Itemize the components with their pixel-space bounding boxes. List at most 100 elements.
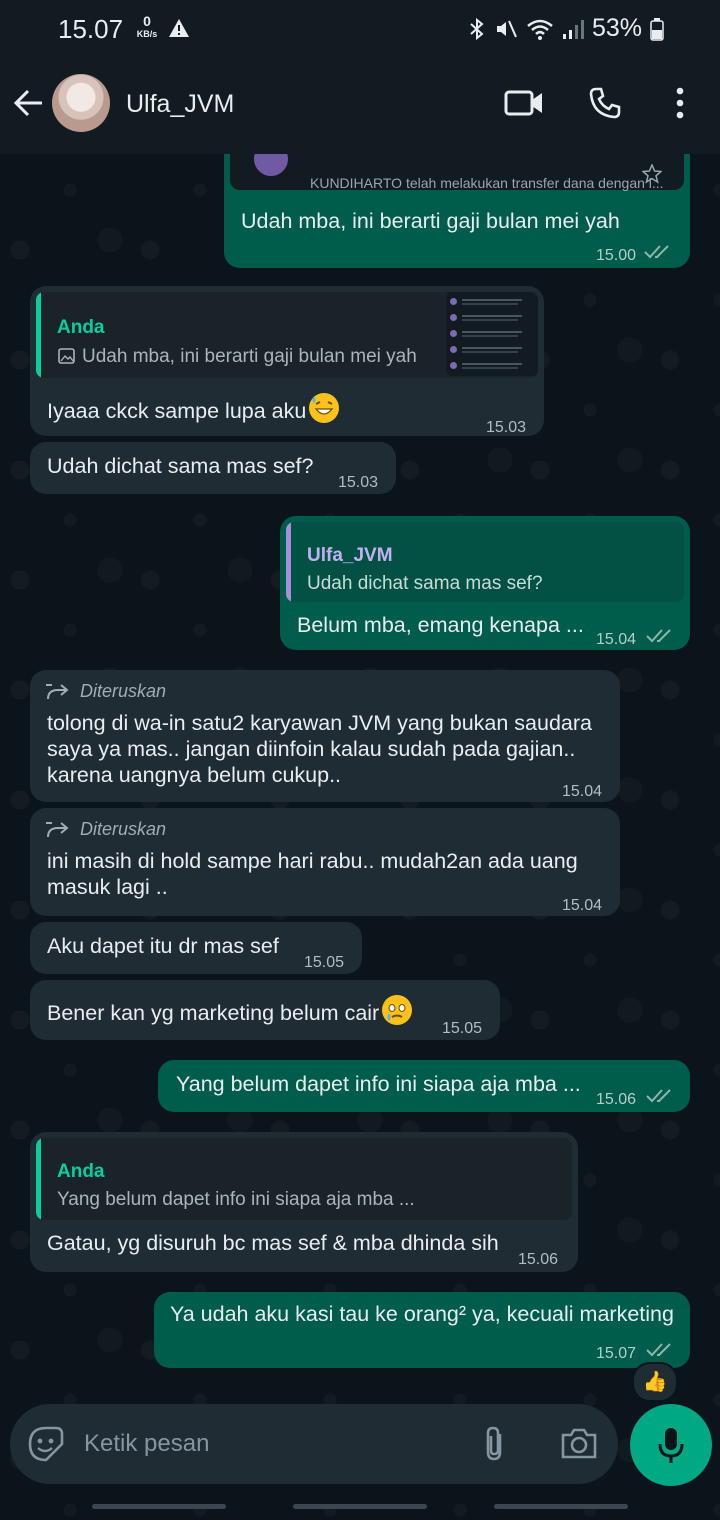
quote-text: Udah dichat sama mas sef? bbox=[307, 573, 543, 594]
message-input[interactable]: Ketik pesan bbox=[84, 1430, 209, 1458]
forward-arrow-icon bbox=[46, 683, 69, 699]
message-time: 15.05 bbox=[304, 954, 345, 971]
video-call-icon[interactable] bbox=[504, 88, 544, 123]
quote-author: Anda bbox=[57, 1161, 105, 1182]
message-line: karena uangnya belum cukup.. bbox=[47, 763, 342, 787]
status-bar: 15.07 0 KB/s 53% bbox=[0, 0, 720, 58]
nav-recent[interactable] bbox=[92, 1504, 226, 1509]
quote-author: Ulfa_JVM bbox=[307, 545, 393, 566]
back-arrow-icon[interactable] bbox=[12, 88, 44, 123]
message-bubble-incoming[interactable]: Anda Udah mba, ini berarti gaji bulan me… bbox=[30, 286, 544, 436]
emoji-sticker-icon[interactable] bbox=[28, 1426, 64, 1467]
bluetooth-icon bbox=[470, 17, 484, 40]
message-bubble-outgoing[interactable]: Yang belum dapet info ini siapa aja mba … bbox=[158, 1060, 690, 1112]
wifi-icon bbox=[527, 19, 553, 40]
message-list[interactable]: KUNDIHARTO telah melakukan transfer dana… bbox=[0, 154, 720, 1404]
message-composer[interactable]: Ketik pesan bbox=[10, 1404, 618, 1484]
message-text: Ya udah aku kasi tau ke orang² ya, kecua… bbox=[170, 1302, 674, 1326]
message-bubble-outgoing[interactable]: Ya udah aku kasi tau ke orang² ya, kecua… bbox=[154, 1292, 690, 1368]
camera-icon[interactable] bbox=[560, 1426, 598, 1465]
message-time: 15.03 bbox=[486, 419, 527, 436]
message-bubble-incoming[interactable]: Udah dichat sama mas sef? 15.03 bbox=[30, 442, 396, 494]
forwarded-text: Diteruskan bbox=[80, 681, 167, 701]
grinning-sweat-emoji bbox=[309, 393, 340, 423]
message-time: 15.05 bbox=[442, 1020, 483, 1037]
photo-icon bbox=[58, 345, 76, 372]
message-text: Belum mba, emang kenapa ... bbox=[297, 613, 584, 637]
voice-call-icon[interactable] bbox=[588, 86, 622, 125]
message-time: 15.06 bbox=[596, 1091, 637, 1108]
message-text: Gatau, yg disuruh bc mas sef & mba dhind… bbox=[47, 1231, 499, 1255]
message-time: 15.04 bbox=[562, 897, 603, 914]
quote-text: Yang belum dapet info ini siapa aja mba … bbox=[57, 1189, 415, 1210]
message-line: saya ya mas.. jangan diinfoin kalau suda… bbox=[47, 737, 576, 761]
quoted-message[interactable]: Ulfa_JVM Udah dichat sama mas sef? bbox=[286, 522, 684, 602]
nav-home[interactable] bbox=[293, 1504, 427, 1509]
signal-icon bbox=[562, 19, 584, 39]
message-time: 15.04 bbox=[562, 783, 603, 800]
avatar[interactable] bbox=[52, 74, 110, 132]
forwarded-label: Diteruskan bbox=[46, 678, 166, 705]
holding-back-tears-emoji bbox=[382, 995, 413, 1025]
message-time: 15.06 bbox=[518, 1251, 559, 1268]
reaction-badge[interactable]: 👍 bbox=[632, 1362, 678, 1402]
message-bubble-incoming[interactable]: Bener kan yg marketing belum cair 15.05 bbox=[30, 980, 500, 1040]
message-bubble-incoming[interactable]: Diteruskan ini masih di hold sampe hari … bbox=[30, 808, 620, 916]
system-nav-bar bbox=[0, 1500, 720, 1520]
message-line: ini masih di hold sampe hari rabu.. muda… bbox=[47, 849, 578, 873]
chat-header: Ulfa_JVM bbox=[0, 58, 720, 154]
forwarded-label: Diteruskan bbox=[46, 816, 166, 843]
net-speed-unit: KB/s bbox=[136, 29, 158, 39]
double-check-icon bbox=[646, 629, 671, 643]
forward-arrow-icon bbox=[46, 821, 69, 837]
message-text: Udah dichat sama mas sef? bbox=[47, 454, 314, 478]
quote-thumbnail bbox=[446, 292, 538, 376]
net-speed: 0 KB/s bbox=[132, 13, 162, 40]
forwarded-preview-card[interactable]: KUNDIHARTO telah melakukan transfer dana… bbox=[230, 154, 684, 191]
quote-author: Anda bbox=[57, 317, 105, 338]
quote-bar bbox=[36, 1138, 41, 1220]
message-text: Bener kan yg marketing belum cair bbox=[47, 994, 413, 1027]
message-bubble-incoming[interactable]: Diteruskan tolong di wa-in satu2 karyawa… bbox=[30, 670, 620, 802]
double-check-icon bbox=[646, 1343, 671, 1357]
quoted-message[interactable]: Anda Yang belum dapet info ini siapa aja… bbox=[36, 1138, 572, 1220]
message-text-content: Bener kan yg marketing belum cair bbox=[47, 1001, 380, 1025]
message-text: Yang belum dapet info ini siapa aja mba … bbox=[176, 1072, 581, 1096]
contact-name[interactable]: Ulfa_JVM bbox=[126, 90, 234, 119]
quote-bar bbox=[36, 292, 41, 378]
quoted-message[interactable]: Anda Udah mba, ini berarti gaji bulan me… bbox=[36, 292, 538, 378]
status-time: 15.07 bbox=[58, 14, 124, 44]
message-bubble-outgoing[interactable]: KUNDIHARTO telah melakukan transfer dana… bbox=[224, 154, 690, 268]
status-icons: 53% bbox=[468, 14, 664, 43]
preview-text: KUNDIHARTO telah melakukan transfer dana… bbox=[310, 175, 664, 191]
message-text-content: Iyaaa ckck sampe lupa aku bbox=[47, 399, 307, 423]
mute-icon bbox=[496, 20, 517, 37]
microphone-icon bbox=[658, 1428, 684, 1463]
preview-avatar bbox=[254, 154, 288, 176]
message-line: tolong di wa-in satu2 karyawan JVM yang … bbox=[47, 711, 592, 735]
message-line: masuk lagi .. bbox=[47, 875, 168, 899]
double-check-icon bbox=[646, 1089, 671, 1103]
more-options-icon[interactable] bbox=[670, 86, 690, 125]
warning-icon bbox=[168, 16, 190, 45]
message-time: 15.07 bbox=[596, 1345, 637, 1362]
message-time: 15.03 bbox=[338, 474, 379, 491]
message-bubble-outgoing[interactable]: Ulfa_JVM Udah dichat sama mas sef? Belum… bbox=[280, 516, 690, 650]
message-text: Aku dapet itu dr mas sef bbox=[47, 934, 279, 958]
battery-icon bbox=[650, 17, 664, 41]
double-check-icon bbox=[644, 245, 669, 259]
quote-bar bbox=[286, 522, 291, 602]
nav-back[interactable] bbox=[494, 1504, 628, 1509]
attach-icon[interactable] bbox=[480, 1424, 510, 1469]
quote-text: Udah mba, ini berarti gaji bulan mei yah bbox=[82, 346, 417, 367]
message-bubble-incoming[interactable]: Anda Yang belum dapet info ini siapa aja… bbox=[30, 1132, 578, 1272]
message-text: Iyaaa ckck sampe lupa aku bbox=[47, 392, 340, 425]
message-time: 15.04 bbox=[596, 631, 637, 648]
forwarded-text: Diteruskan bbox=[80, 819, 167, 839]
message-time: 15.00 bbox=[596, 247, 637, 264]
message-text: Udah mba, ini berarti gaji bulan mei yah bbox=[241, 209, 620, 233]
voice-record-button[interactable] bbox=[630, 1404, 712, 1486]
battery-percent: 53% bbox=[591, 14, 642, 42]
net-speed-value: 0 bbox=[143, 13, 151, 29]
message-bubble-incoming[interactable]: Aku dapet itu dr mas sef 15.05 bbox=[30, 922, 362, 974]
